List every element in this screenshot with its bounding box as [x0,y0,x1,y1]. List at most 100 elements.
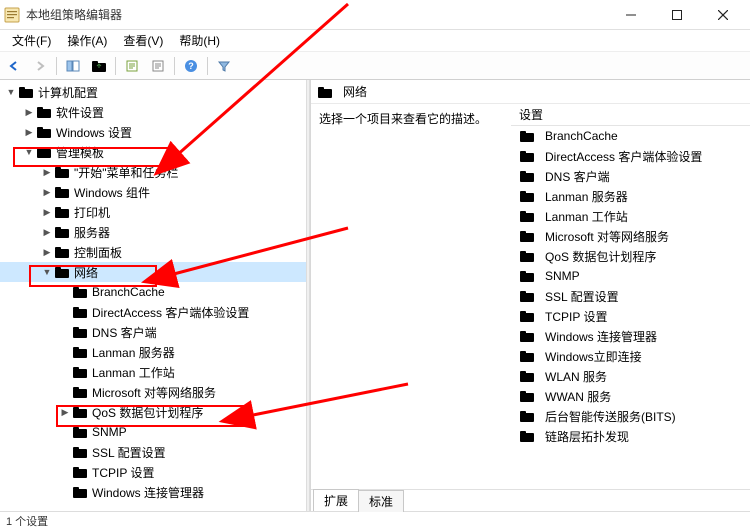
details-title: 网络 [343,83,367,100]
tree-node-label: DirectAccess 客户端体验设置 [92,304,249,321]
titlebar: 本地组策略编辑器 [0,0,750,30]
expand-toggle[interactable]: ▶ [40,205,54,219]
menu-help[interactable]: 帮助(H) [171,30,228,51]
expand-toggle[interactable]: ▶ [40,165,54,179]
tree-node[interactable]: ▶Lanman 工作站 [0,362,306,382]
tree-node[interactable]: ▼计算机配置 [0,82,306,102]
folder-icon [72,305,88,319]
no-toggle: ▶ [58,465,72,479]
list-item-label: SNMP [545,269,580,283]
column-header-setting[interactable]: 设置 [511,104,750,126]
tree-node-label: 打印机 [74,204,110,221]
list-item[interactable]: SSL 配置设置 [511,286,750,306]
tree-node-label: Lanman 服务器 [92,344,175,361]
list-item[interactable]: WWAN 服务 [511,386,750,406]
folder-icon [54,205,70,219]
folder-icon [54,165,70,179]
tree-node[interactable]: ▶DNS 客户端 [0,322,306,342]
tree-node-label: "开始"菜单和任务栏 [74,164,179,181]
tree-node[interactable]: ▼网络 [0,262,306,282]
tree-node[interactable]: ▶ 打印机 [0,202,306,222]
properties-button[interactable] [146,55,170,77]
list-item[interactable]: DNS 客户端 [511,166,750,186]
list-item-label: Windows 连接管理器 [545,328,657,345]
up-one-level-button[interactable] [87,55,111,77]
close-button[interactable] [700,0,746,30]
list-item[interactable]: BranchCache [511,126,750,146]
folder-icon [36,105,52,119]
tree-node-label: Windows 组件 [74,184,150,201]
list-item-label: WLAN 服务 [545,368,607,385]
toolbar-separator [115,57,116,75]
tree-node[interactable]: ▶Windows 连接管理器 [0,482,306,502]
folder-icon [72,405,88,419]
minimize-button[interactable] [608,0,654,30]
maximize-button[interactable] [654,0,700,30]
tree-node[interactable]: ▶控制面板 [0,242,306,262]
folder-icon [72,425,88,439]
details-pane: 网络 选择一个项目来查看它的描述。 设置 BranchCacheDirectAc… [310,80,750,511]
nav-forward-button[interactable] [28,55,52,77]
list-item[interactable]: 后台智能传送服务(BITS) [511,406,750,426]
export-list-button[interactable] [120,55,144,77]
expand-toggle[interactable]: ▶ [40,245,54,259]
list-item[interactable]: Windows立即连接 [511,346,750,366]
list-item[interactable]: Lanman 服务器 [511,186,750,206]
list-item[interactable]: Windows 连接管理器 [511,326,750,346]
tree-node[interactable]: ▶ Windows 组件 [0,182,306,202]
list-item[interactable]: Microsoft 对等网络服务 [511,226,750,246]
nav-back-button[interactable] [2,55,26,77]
menu-file[interactable]: 文件(F) [4,30,59,51]
folder-icon [519,369,535,383]
expand-toggle[interactable]: ▶ [40,185,54,199]
expand-toggle[interactable]: ▶ [40,225,54,239]
menubar: 文件(F) 操作(A) 查看(V) 帮助(H) [0,30,750,52]
collapse-toggle[interactable]: ▼ [40,265,54,279]
list-item[interactable]: TCPIP 设置 [511,306,750,326]
expand-toggle[interactable]: ▶ [58,405,72,419]
list-item-label: Microsoft 对等网络服务 [545,228,669,245]
expand-toggle[interactable]: ▶ [22,125,36,139]
toolbar-separator [56,57,57,75]
list-item[interactable]: WLAN 服务 [511,366,750,386]
list-item-label: 链路层拓扑发现 [545,428,629,445]
list-item[interactable]: QoS 数据包计划程序 [511,246,750,266]
tab-extended[interactable]: 扩展 [313,489,359,511]
list-item[interactable]: DirectAccess 客户端体验设置 [511,146,750,166]
tree-node[interactable]: ▶Lanman 服务器 [0,342,306,362]
tab-standard[interactable]: 标准 [358,490,404,512]
folder-icon [519,269,535,283]
tree-node[interactable]: ▶Microsoft 对等网络服务 [0,382,306,402]
tree-node[interactable]: ▶服务器 [0,222,306,242]
tree-node[interactable]: ▶QoS 数据包计划程序 [0,402,306,422]
tree-node[interactable]: ▶TCPIP 设置 [0,462,306,482]
tree-node[interactable]: ▶软件设置 [0,102,306,122]
tree-node[interactable]: ▶BranchCache [0,282,306,302]
no-toggle: ▶ [58,425,72,439]
collapse-toggle[interactable]: ▼ [22,145,36,159]
tree-node[interactable]: ▶SNMP [0,422,306,442]
tree-node[interactable]: ▶ Windows 设置 [0,122,306,142]
no-toggle: ▶ [58,445,72,459]
list-item[interactable]: SNMP [511,266,750,286]
folder-icon [54,245,70,259]
tree-pane[interactable]: ▼计算机配置▶软件设置▶Windows 设置▼管理模板▶"开始"菜单和任务栏▶W… [0,80,306,511]
tree-node-label: Windows 设置 [56,124,132,141]
list-item-label: BranchCache [545,129,618,143]
tree-node[interactable]: ▶ "开始"菜单和任务栏 [0,162,306,182]
menu-view[interactable]: 查看(V) [115,30,171,51]
no-toggle: ▶ [58,385,72,399]
collapse-toggle[interactable]: ▼ [4,85,18,99]
menu-action[interactable]: 操作(A) [59,30,115,51]
tree-node[interactable]: ▶DirectAccess 客户端体验设置 [0,302,306,322]
list-item-label: Windows立即连接 [545,348,642,365]
list-item[interactable]: 链路层拓扑发现 [511,426,750,446]
expand-toggle[interactable]: ▶ [22,105,36,119]
list-item[interactable]: Lanman 工作站 [511,206,750,226]
status-bar: 1 个设置 [0,511,750,529]
tree-node[interactable]: ▼管理模板 [0,142,306,162]
help-button[interactable]: ? [179,55,203,77]
show-hide-tree-button[interactable] [61,55,85,77]
tree-node[interactable]: ▶SSL 配置设置 [0,442,306,462]
filter-button[interactable] [212,55,236,77]
